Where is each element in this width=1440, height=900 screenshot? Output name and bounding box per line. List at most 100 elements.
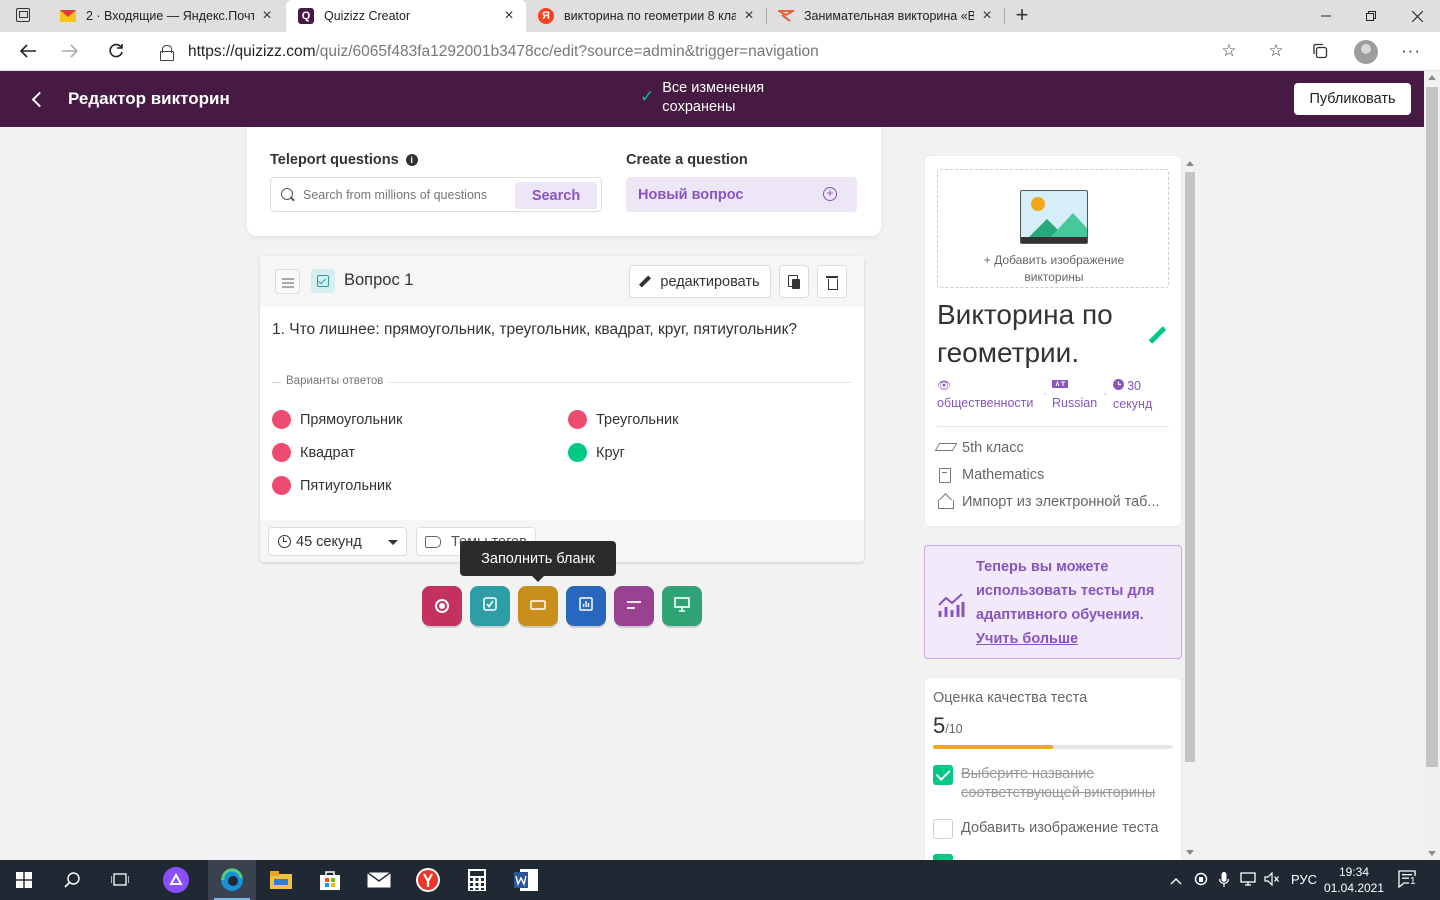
url-field[interactable]: https://quizizz.com/quiz/6065f483fa12920… (146, 36, 1246, 67)
learn-more-link[interactable]: Учить больше (976, 631, 1078, 647)
close-icon[interactable]: × (502, 7, 516, 25)
checkbox-checked-icon[interactable] (933, 765, 953, 785)
edit-title-icon[interactable] (1147, 324, 1171, 348)
scroll-up-icon[interactable] (1428, 75, 1436, 80)
forward-icon[interactable] (56, 37, 84, 65)
tab-quizizz-creator[interactable]: Q Quizizz Creator × (286, 0, 526, 32)
close-icon[interactable]: × (742, 7, 756, 25)
tab-actions-icon[interactable] (16, 8, 30, 22)
import-row[interactable]: Импорт из электронной таб... (937, 494, 1160, 510)
tab-yandex-search[interactable]: Я викторина по геометрии 8 клас × (526, 0, 766, 32)
calculator-icon[interactable] (453, 860, 501, 900)
drag-handle-icon[interactable] (275, 269, 300, 294)
close-icon[interactable]: × (260, 7, 274, 25)
lock-icon[interactable] (160, 44, 174, 61)
page-scrollbar[interactable] (1424, 71, 1440, 860)
volume-icon[interactable] (1264, 871, 1280, 889)
answer-text: Треугольник (596, 411, 679, 428)
time-select[interactable]: 45 секунд (268, 527, 407, 556)
scroll-up-icon[interactable] (1186, 161, 1194, 166)
quality-score-panel: Оценка качества теста 5/10 Выберите назв… (924, 677, 1182, 867)
promo-text-block: Теперь вы можете использовать тесты для … (976, 555, 1171, 651)
mail-icon[interactable] (355, 860, 403, 900)
minimize-icon[interactable] (1303, 0, 1349, 32)
language-setting[interactable]: Russian (1052, 378, 1097, 412)
scrollbar-thumb[interactable] (1185, 172, 1195, 762)
adaptive-learning-promo: Теперь вы можете использовать тесты для … (924, 545, 1182, 659)
refresh-icon[interactable] (102, 37, 130, 65)
answer-option: Пятиугольник (272, 476, 391, 495)
more-icon[interactable]: ··· (1398, 38, 1424, 64)
publish-button[interactable]: Публиковать (1294, 83, 1411, 115)
visibility-setting[interactable]: 👁 общественности (937, 378, 1033, 412)
poll-icon (579, 596, 593, 616)
notifications-icon[interactable]: 1 (1398, 870, 1418, 891)
microphone-icon[interactable] (1218, 872, 1230, 891)
add-favorite-icon[interactable]: ☆ (1216, 38, 1242, 64)
close-window-icon[interactable] (1394, 0, 1440, 32)
multiple-choice-button[interactable] (422, 586, 462, 626)
edit-question-button[interactable]: редактировать (629, 265, 771, 298)
collections-icon[interactable] (1307, 38, 1333, 64)
scroll-down-icon[interactable] (1428, 851, 1436, 856)
tab-yandex-mail[interactable]: 2 · Входящие — Яндекс.Почта × (48, 0, 284, 32)
question-number: Вопрос 1 (344, 271, 414, 289)
profile-avatar[interactable] (1354, 40, 1378, 64)
language-indicator[interactable]: РУС (1291, 872, 1317, 887)
checklist-item[interactable]: Выберите название соответствующей виктор… (933, 765, 1171, 803)
page-title: Редактор викторин (68, 89, 230, 108)
task-view-icon[interactable] (96, 860, 144, 900)
new-question-button[interactable]: Новый вопрос + (626, 177, 857, 212)
restore-icon[interactable] (1348, 0, 1394, 32)
clock[interactable]: 19:34 01.04.2021 (1318, 864, 1390, 896)
close-icon[interactable]: × (980, 7, 994, 25)
subject-row[interactable]: Mathematics (937, 467, 1044, 483)
incorrect-dot-icon (272, 443, 291, 462)
sidebar-scrollbar[interactable] (1183, 155, 1197, 860)
checkbox-unchecked-icon[interactable] (933, 819, 953, 839)
score-max: /10 (945, 722, 963, 736)
poll-button[interactable] (566, 586, 606, 626)
search-input[interactable] (303, 187, 513, 202)
tab-title: викторина по геометрии 8 клас (564, 9, 736, 23)
slide-button[interactable] (662, 586, 702, 626)
clock-time: 19:34 (1338, 865, 1370, 879)
duplicate-button[interactable] (779, 265, 809, 298)
multiple-choice-icon (435, 599, 449, 613)
info-icon[interactable]: i (405, 154, 418, 166)
incorrect-dot-icon (272, 410, 291, 429)
checkbox-button[interactable] (470, 586, 510, 626)
checklist-item[interactable]: Добавить изображение теста (933, 819, 1159, 839)
favorites-icon[interactable]: ☆ (1263, 38, 1289, 64)
alice-icon[interactable] (152, 860, 200, 900)
new-tab-button[interactable]: + (1012, 2, 1032, 28)
yandex-browser-icon[interactable] (404, 860, 452, 900)
scroll-down-icon[interactable] (1186, 850, 1194, 855)
time-setting[interactable]: 30 секунд (1113, 378, 1163, 413)
import-icon (937, 495, 954, 509)
store-icon[interactable] (306, 860, 354, 900)
answer-option: Квадрат (272, 443, 355, 462)
quality-progress-bar (933, 745, 1173, 749)
windows-start-icon[interactable] (0, 860, 48, 900)
grade-row[interactable]: 5th класс (937, 440, 1024, 456)
open-ended-button[interactable] (614, 586, 654, 626)
security-icon[interactable] (1194, 872, 1208, 890)
clock-date: 01.04.2021 (1323, 881, 1385, 895)
url-host: https://quizizz.com (188, 42, 316, 60)
back-icon[interactable] (14, 37, 42, 65)
tab-pdf[interactable]: Занимательная викторина «Вес × (766, 0, 1004, 32)
file-explorer-icon[interactable] (257, 860, 305, 900)
search-button[interactable]: Search (515, 182, 597, 209)
add-quiz-image-area[interactable]: + Добавить изображение викторины (937, 169, 1169, 288)
checklist-text: Добавить изображение теста (961, 820, 1159, 836)
back-arrow-icon[interactable] (28, 87, 50, 111)
fill-blank-button[interactable] (518, 586, 558, 626)
scrollbar-thumb[interactable] (1426, 87, 1438, 767)
word-icon[interactable] (502, 860, 550, 900)
show-hidden-icon[interactable] (1170, 873, 1182, 888)
network-icon[interactable] (1240, 872, 1258, 889)
delete-button[interactable] (817, 265, 847, 298)
edge-icon[interactable] (208, 860, 256, 900)
search-icon[interactable] (48, 860, 96, 900)
